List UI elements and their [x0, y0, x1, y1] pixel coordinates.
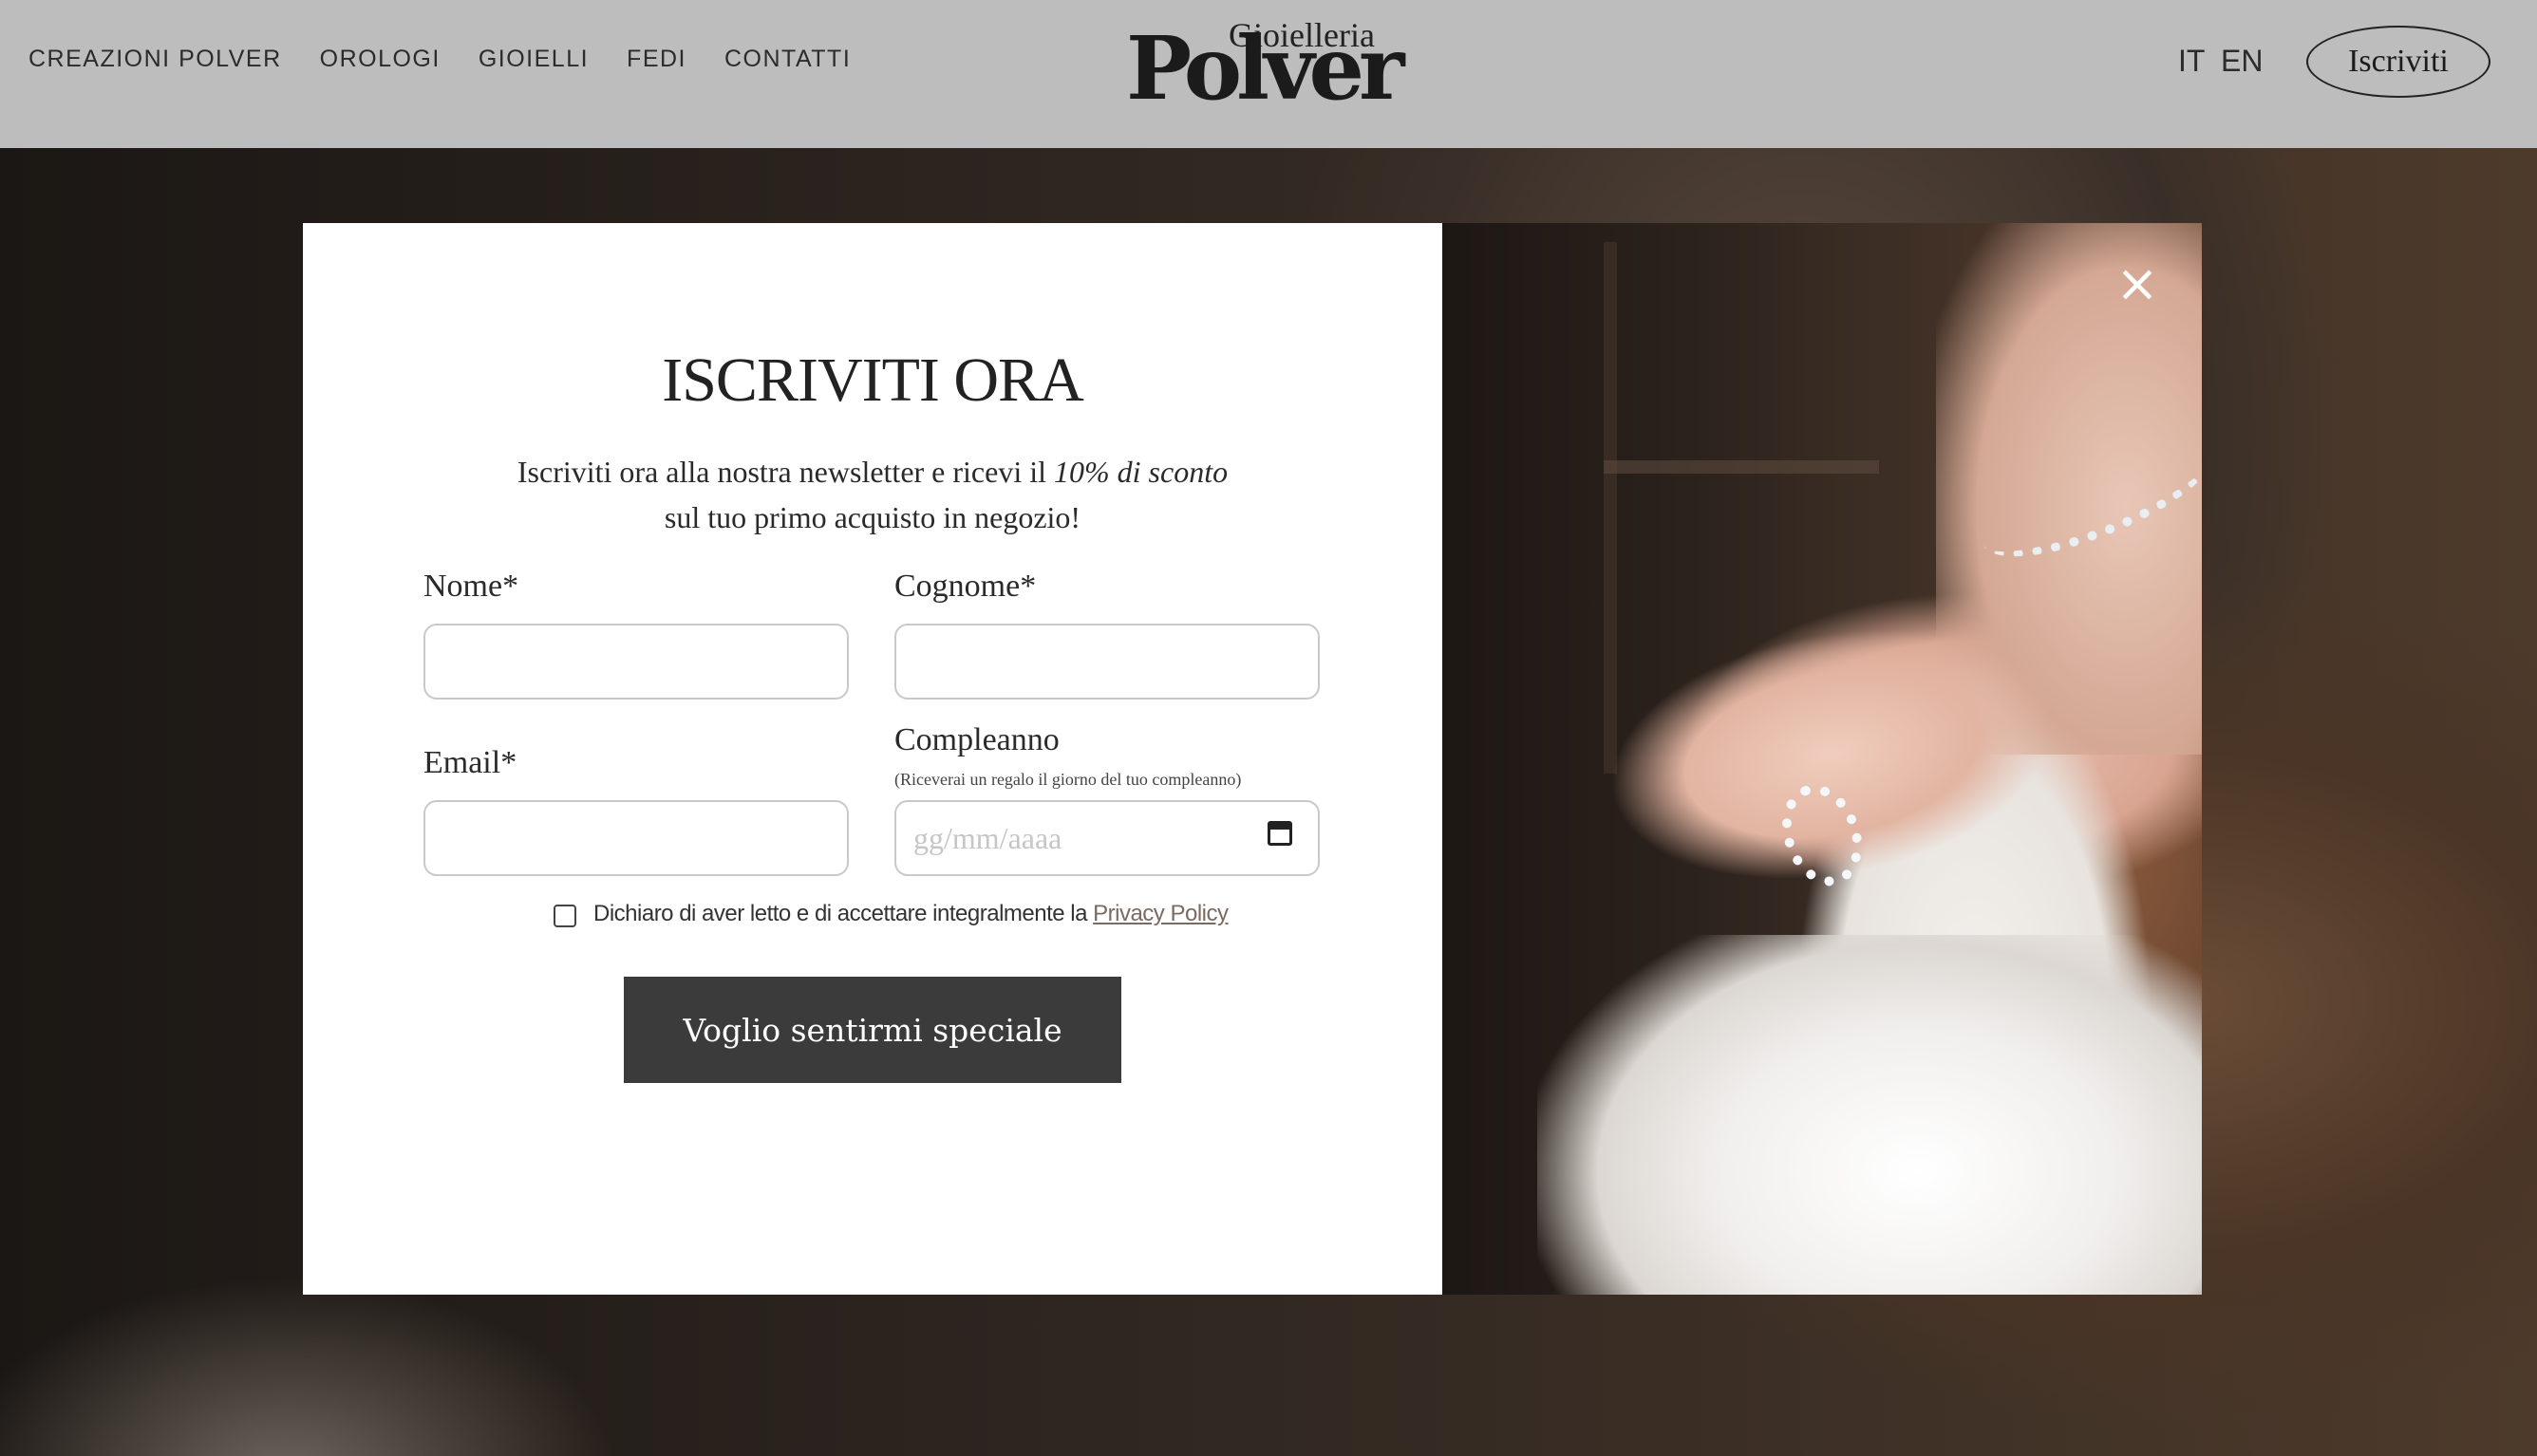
- subtitle-prefix: Iscriviti ora alla nostra newsletter e r…: [517, 455, 1054, 489]
- modal-photo: ×: [1442, 223, 2202, 1295]
- submit-button[interactable]: Voglio sentirmi speciale: [624, 977, 1121, 1083]
- nome-label: Nome*: [423, 569, 519, 604]
- email-label: Email*: [423, 745, 517, 780]
- subtitle-discount: 10% di sconto: [1054, 455, 1229, 489]
- logo[interactable]: Gioielleria Polver: [1126, 15, 1404, 116]
- main-nav: CREAZIONI POLVER OROLOGI GIOIELLI FEDI C…: [28, 46, 851, 73]
- lang-it[interactable]: IT: [2178, 44, 2205, 79]
- close-icon[interactable]: ×: [2114, 258, 2160, 309]
- nav-item-orologi[interactable]: OROLOGI: [320, 46, 441, 73]
- nome-field[interactable]: [423, 624, 849, 700]
- modal-subtitle: Iscriviti ora alla nostra newsletter e r…: [303, 449, 1442, 540]
- compleanno-field[interactable]: [894, 800, 1320, 876]
- modal-title: ISCRIVITI ORA: [662, 345, 1084, 415]
- consent-text: Dichiaro di aver letto e di accettare in…: [593, 901, 1229, 927]
- modal-form-panel: ISCRIVITI ORA Iscriviti ora alla nostra …: [303, 223, 1442, 1295]
- calendar-icon[interactable]: [1268, 821, 1292, 846]
- cognome-label: Cognome*: [894, 569, 1037, 604]
- photo-wood-rail: [1604, 460, 1879, 474]
- cognome-field[interactable]: [894, 624, 1320, 700]
- compleanno-hint: (Riceverai un regalo il giorno del tuo c…: [894, 770, 1242, 789]
- site-header: CREAZIONI POLVER OROLOGI GIOIELLI FEDI C…: [0, 0, 2537, 148]
- privacy-checkbox[interactable]: [554, 905, 576, 927]
- compleanno-label: Compleanno: [894, 722, 1060, 757]
- photo-dress: [1537, 935, 2202, 1295]
- header-subscribe-button[interactable]: Iscriviti: [2306, 26, 2490, 98]
- nav-item-gioielli[interactable]: GIOIELLI: [479, 46, 589, 73]
- logo-wordmark: Polver: [1126, 17, 1404, 120]
- nav-item-creazioni-polver[interactable]: CREAZIONI POLVER: [28, 46, 282, 73]
- nav-item-fedi[interactable]: FEDI: [627, 46, 686, 73]
- newsletter-modal: ISCRIVITI ORA Iscriviti ora alla nostra …: [303, 223, 2202, 1295]
- lang-en[interactable]: EN: [2221, 44, 2263, 79]
- email-field[interactable]: [423, 800, 849, 876]
- photo-hand: [1558, 543, 2105, 966]
- nav-item-contatti[interactable]: CONTATTI: [724, 46, 851, 73]
- subtitle-line2: sul tuo primo acquisto in negozio!: [664, 500, 1081, 534]
- consent-label: Dichiaro di aver letto e di accettare in…: [593, 901, 1094, 926]
- privacy-policy-link[interactable]: Privacy Policy: [1093, 901, 1229, 926]
